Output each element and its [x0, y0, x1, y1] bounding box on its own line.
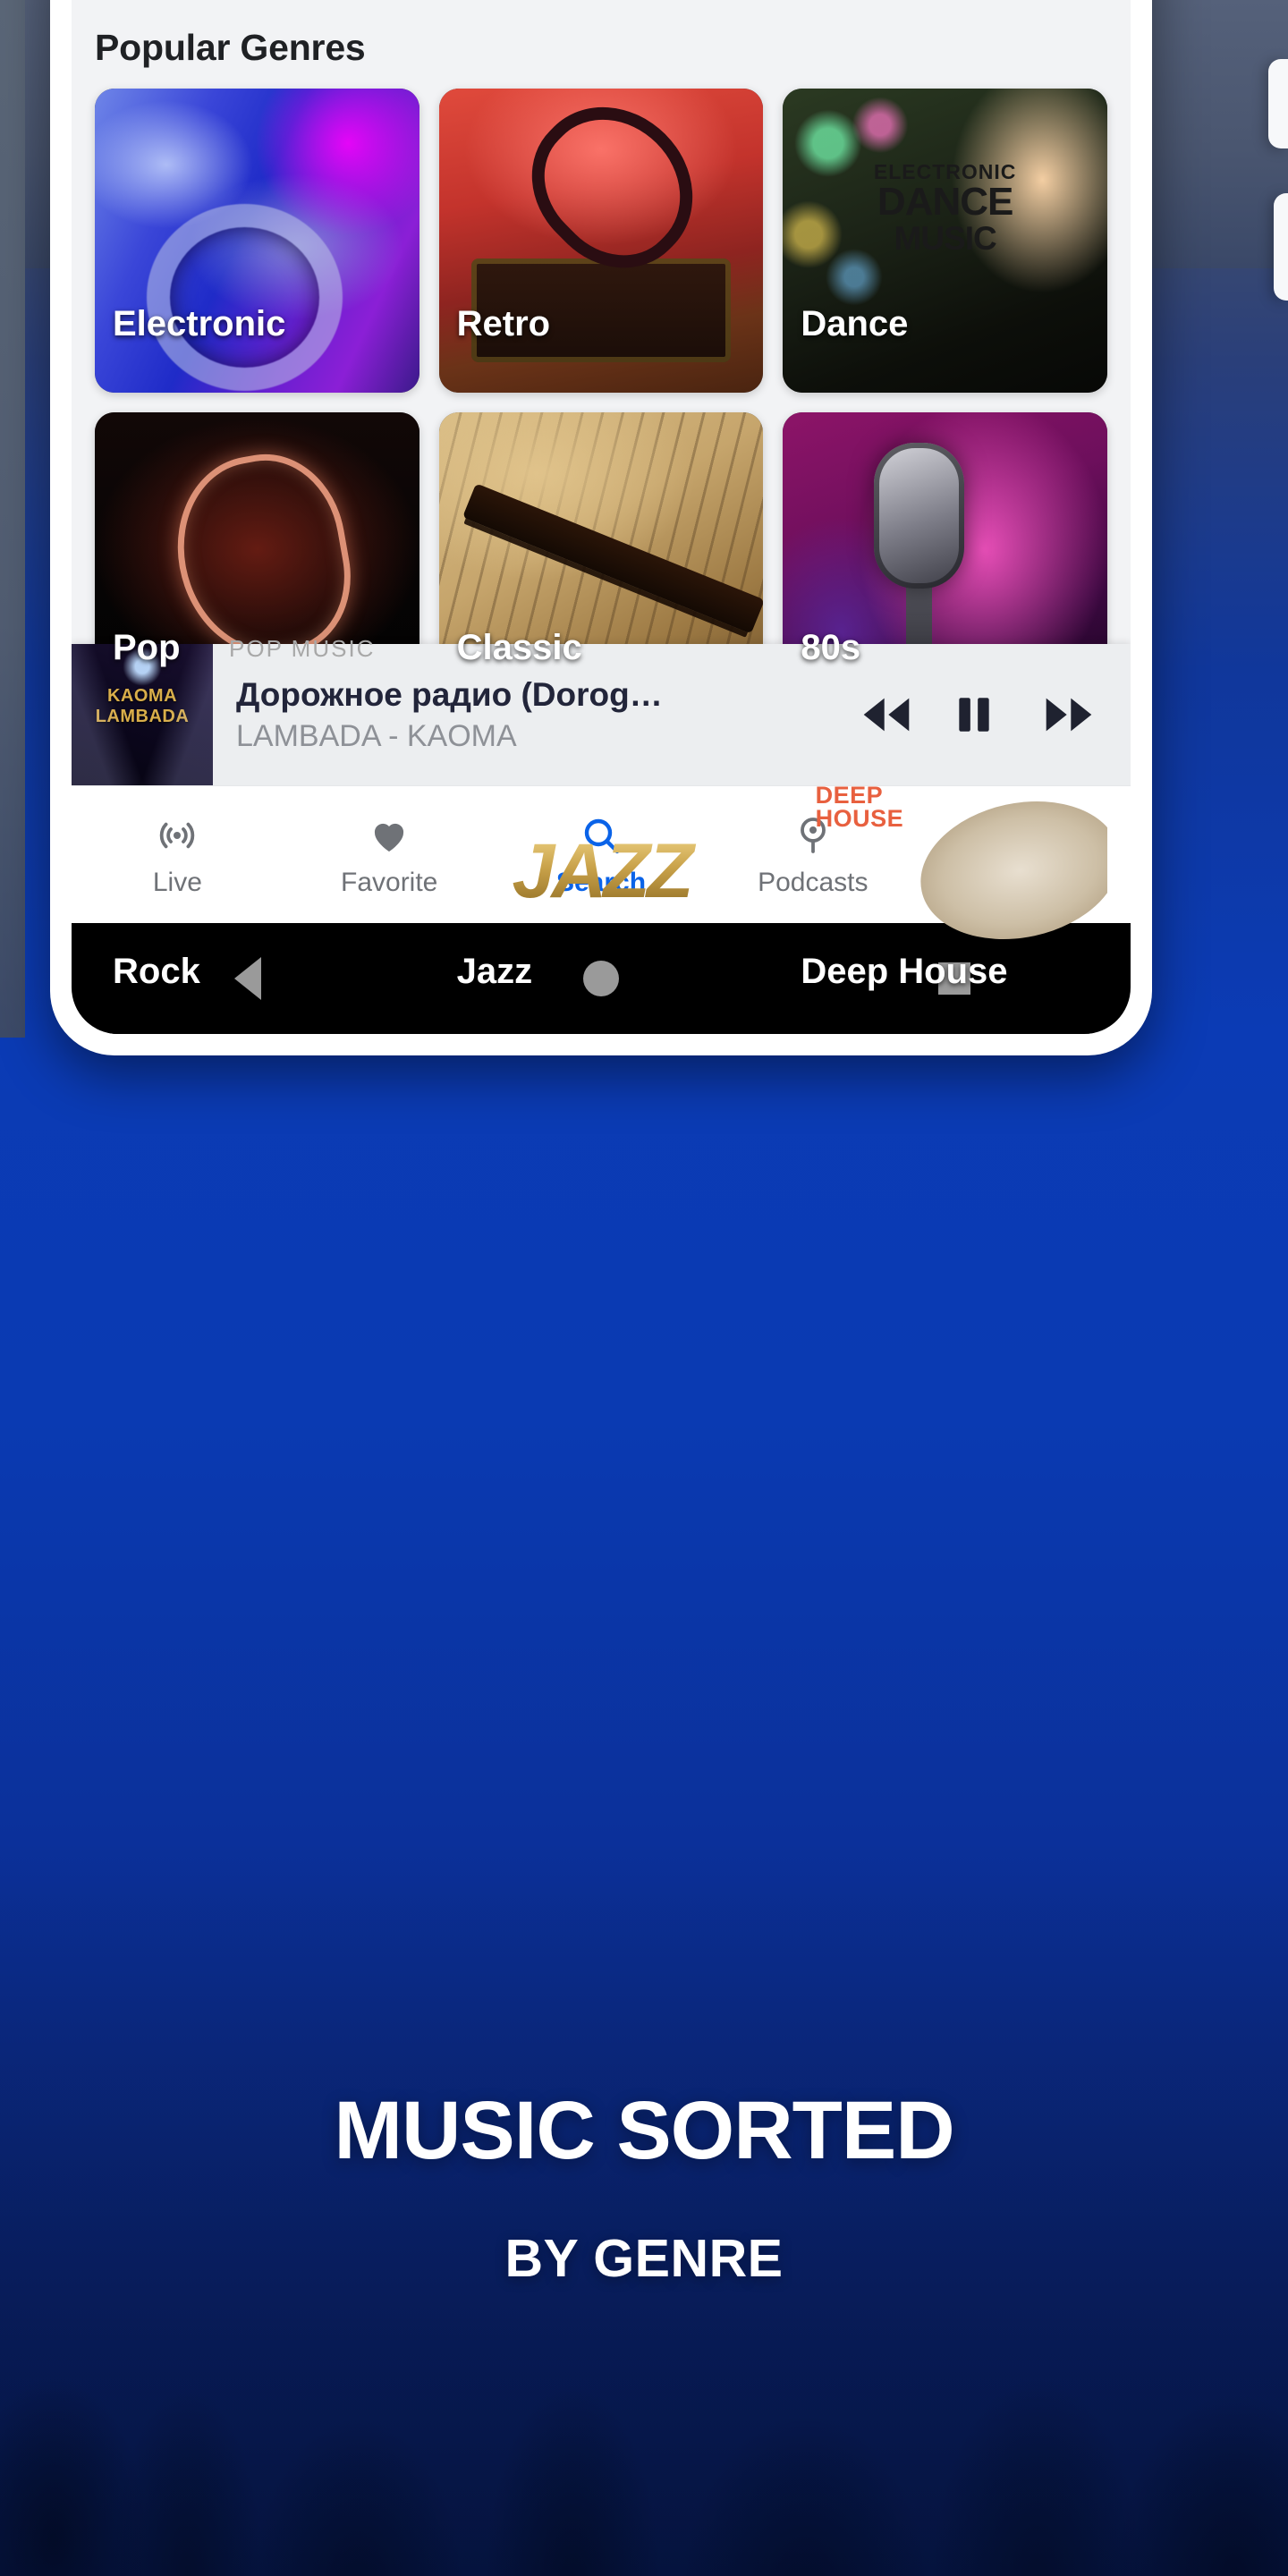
promo-text: MUSIC SORTED BY GENRE — [0, 2084, 1288, 2289]
station-name: Дорожное радио (Dorog… — [236, 675, 663, 713]
fast-forward-icon[interactable] — [1043, 694, 1095, 735]
genre-artwork — [438, 89, 764, 393]
genre-label: Dance — [801, 304, 909, 343]
phone-screen: Search Popular Genres Electronic Retro E… — [72, 0, 1131, 1034]
rewind-icon[interactable] — [860, 694, 912, 735]
background-card-peek-mid — [1274, 193, 1288, 301]
artwork-text-overlay: ELECTRONIC DANCE MUSIC — [873, 159, 1017, 257]
promo-subheadline: BY GENRE — [504, 2229, 784, 2288]
background-left-strip — [0, 0, 25, 1038]
pause-icon[interactable] — [952, 694, 1004, 735]
artwork-text-overlay: DEEP HOUSE — [815, 782, 904, 833]
genre-sublabel: POP MUSIC — [229, 635, 376, 662]
artwork-text-overlay: JAZZ — [439, 827, 764, 916]
background-card-peek-top — [1268, 59, 1288, 148]
genre-artwork: ELECTRONIC DANCE MUSIC — [783, 89, 1107, 393]
genre-artwork — [95, 89, 419, 393]
promo-headline: MUSIC SORTED — [334, 2085, 954, 2176]
genre-label: Deep House — [801, 952, 1008, 991]
player-controls — [860, 694, 1131, 735]
page-title: Popular Genres — [95, 27, 366, 68]
nav-label: Live — [152, 867, 202, 897]
genre-label: Retro — [456, 304, 551, 343]
genre-tile-dance[interactable]: ELECTRONIC DANCE MUSIC Dance — [783, 89, 1107, 393]
home-button[interactable] — [578, 955, 624, 1002]
now-playing-meta: Дорожное радио (Dorog… LAMBADA - KAOMA — [213, 676, 860, 754]
genre-label: 80s — [801, 628, 861, 667]
album-art-title: KAOMA LAMBADA — [95, 686, 190, 727]
genre-label: Rock — [113, 952, 200, 991]
genre-tile-electronic[interactable]: Electronic — [95, 89, 419, 393]
broadcast-icon — [72, 812, 284, 859]
genre-label: Electronic — [113, 304, 286, 343]
genre-label: Pop — [113, 628, 181, 667]
genre-tile-retro[interactable]: Retro — [438, 89, 764, 393]
phone-frame: Search Popular Genres Electronic Retro E… — [50, 0, 1152, 1055]
genre-label: Jazz — [456, 952, 533, 991]
nav-item-live[interactable]: Live — [72, 812, 284, 898]
back-button[interactable] — [225, 955, 271, 1002]
track-name: LAMBADA - KAOMA — [236, 718, 517, 753]
now-playing-bar[interactable]: KAOMA LAMBADA Дорожное радио (Dorog… LAM… — [72, 644, 1131, 785]
genre-label: Classic — [456, 628, 582, 667]
